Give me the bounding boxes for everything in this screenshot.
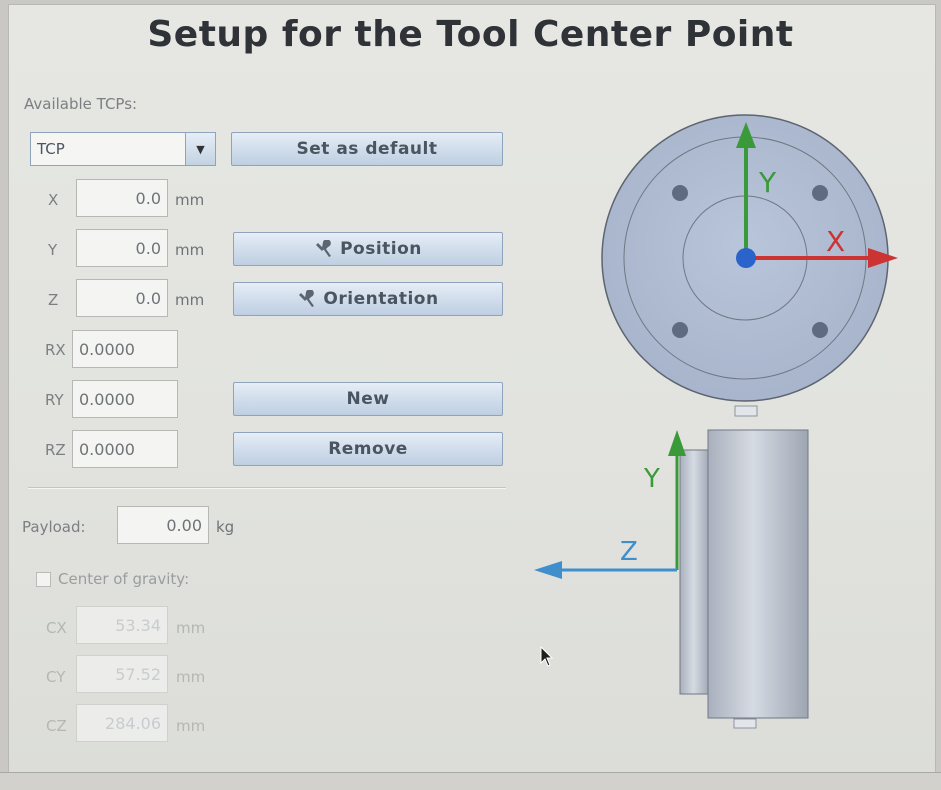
cz-unit: mm bbox=[176, 717, 206, 735]
tool-body-side bbox=[707, 429, 809, 719]
side-z-label: Z bbox=[620, 537, 638, 567]
side-view: Y Z bbox=[534, 429, 809, 729]
ry-label: RY bbox=[45, 391, 64, 409]
center-of-gravity-label: Center of gravity: bbox=[58, 570, 190, 588]
set-as-default-button[interactable]: Set as default bbox=[231, 132, 503, 166]
remove-button[interactable]: Remove bbox=[233, 432, 503, 466]
z-label: Z bbox=[48, 291, 59, 309]
ry-field[interactable]: 0.0000 bbox=[72, 380, 178, 418]
cx-field: 53.34 bbox=[76, 606, 168, 644]
top-y-label: Y bbox=[758, 166, 777, 199]
z-field[interactable]: 0.0 bbox=[76, 279, 168, 317]
center-of-gravity-checkbox[interactable] bbox=[36, 572, 51, 587]
top-view: Y X bbox=[601, 114, 898, 417]
rx-label: RX bbox=[45, 341, 66, 359]
tcp-select[interactable]: TCP ▼ bbox=[30, 132, 216, 166]
cx-unit: mm bbox=[176, 619, 206, 637]
orientation-label: Orientation bbox=[323, 289, 439, 309]
cz-label: CZ bbox=[46, 717, 67, 735]
y-unit: mm bbox=[175, 241, 205, 259]
y-label: Y bbox=[48, 241, 58, 259]
position-button[interactable]: Position bbox=[233, 232, 503, 266]
mouse-cursor-icon bbox=[540, 645, 554, 672]
payload-field[interactable]: 0.00 bbox=[117, 506, 209, 544]
tcp-origin bbox=[736, 248, 756, 268]
cy-label: CY bbox=[46, 668, 66, 686]
bolt-hole bbox=[672, 322, 688, 338]
x-unit: mm bbox=[175, 191, 205, 209]
connector bbox=[734, 405, 758, 417]
bolt-hole bbox=[812, 322, 828, 338]
x-label: X bbox=[48, 191, 59, 209]
section-divider bbox=[28, 487, 506, 489]
wrench-icon bbox=[297, 289, 319, 308]
tcp-select-value: TCP bbox=[37, 140, 65, 158]
bolt-hole bbox=[672, 185, 688, 201]
connector bbox=[733, 718, 757, 729]
z-unit: mm bbox=[175, 291, 205, 309]
payload-label: Payload: bbox=[22, 518, 86, 536]
cy-unit: mm bbox=[176, 668, 206, 686]
rx-field[interactable]: 0.0000 bbox=[72, 330, 178, 368]
position-label: Position bbox=[340, 239, 422, 259]
side-y-label: Y bbox=[643, 464, 660, 494]
payload-unit: kg bbox=[216, 518, 235, 536]
page-title: Setup for the Tool Center Point bbox=[147, 14, 794, 55]
tool-flange-diagram: Y X Y Z bbox=[534, 114, 898, 729]
bolt-hole bbox=[812, 185, 828, 201]
orientation-button[interactable]: Orientation bbox=[233, 282, 503, 316]
rz-field[interactable]: 0.0000 bbox=[72, 430, 178, 468]
wrench-icon bbox=[314, 239, 336, 258]
cy-field: 57.52 bbox=[76, 655, 168, 693]
cz-field: 284.06 bbox=[76, 704, 168, 742]
flange-side bbox=[679, 449, 711, 695]
status-strip bbox=[0, 772, 941, 790]
rz-label: RZ bbox=[45, 441, 66, 459]
cx-label: CX bbox=[46, 619, 67, 637]
y-field[interactable]: 0.0 bbox=[76, 229, 168, 267]
x-field[interactable]: 0.0 bbox=[76, 179, 168, 217]
chevron-down-icon[interactable]: ▼ bbox=[185, 133, 215, 165]
top-x-label: X bbox=[826, 225, 845, 258]
side-z-arrowhead bbox=[534, 561, 562, 579]
available-tcps-label: Available TCPs: bbox=[24, 95, 138, 113]
side-y-arrowhead bbox=[668, 430, 686, 456]
new-button[interactable]: New bbox=[233, 382, 503, 416]
